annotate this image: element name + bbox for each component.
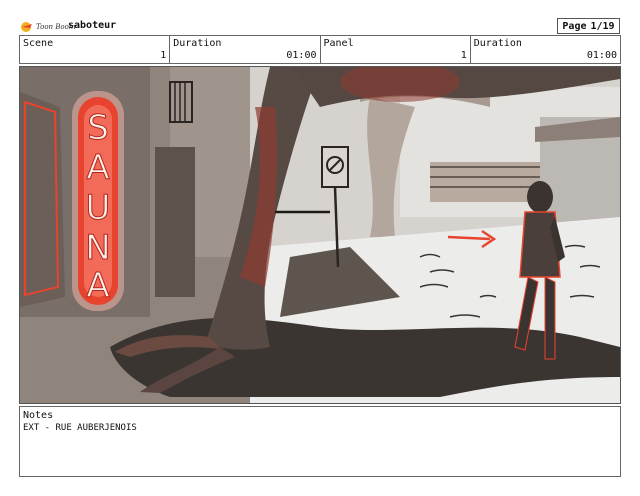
panel-info-header: Scene 1 Duration 01:00 Panel 1 Duration … (19, 35, 621, 64)
page-value: 1/19 (590, 20, 615, 32)
scene-label: Scene (23, 38, 54, 49)
page-label: Page (562, 20, 587, 32)
scene-cell: Scene 1 (20, 36, 171, 63)
scene-duration-value: 01:00 (286, 50, 317, 61)
panel-duration-cell: Duration 01:00 (471, 36, 620, 63)
sign-letter-a: A (86, 148, 109, 188)
panel-cell: Panel 1 (321, 36, 471, 63)
sign-letter-a2: A (86, 266, 109, 306)
panel-duration-value: 01:00 (586, 50, 617, 61)
page-indicator: Page 1/19 (557, 18, 620, 34)
scene-duration-label: Duration (173, 38, 222, 49)
storyboard-panel-image: S A U N A (19, 66, 621, 404)
panel-label: Panel (323, 38, 354, 49)
panel-duration-label: Duration (473, 38, 522, 49)
scene-value: 1 (160, 50, 167, 61)
sign-letter-s: S (87, 108, 109, 148)
notes-text: EXT - RUE AUBERJENOIS (23, 423, 137, 433)
scene-duration-cell: Duration 01:00 (170, 36, 321, 63)
notes-box: Notes EXT - RUE AUBERJENOIS (19, 406, 621, 477)
project-title: saboteur (68, 20, 117, 31)
notes-label: Notes (23, 410, 54, 421)
panel-value: 1 (460, 50, 467, 61)
sign-letter-u: U (86, 188, 111, 228)
logo-icon (21, 22, 32, 32)
sign-letter-n: N (85, 228, 110, 268)
